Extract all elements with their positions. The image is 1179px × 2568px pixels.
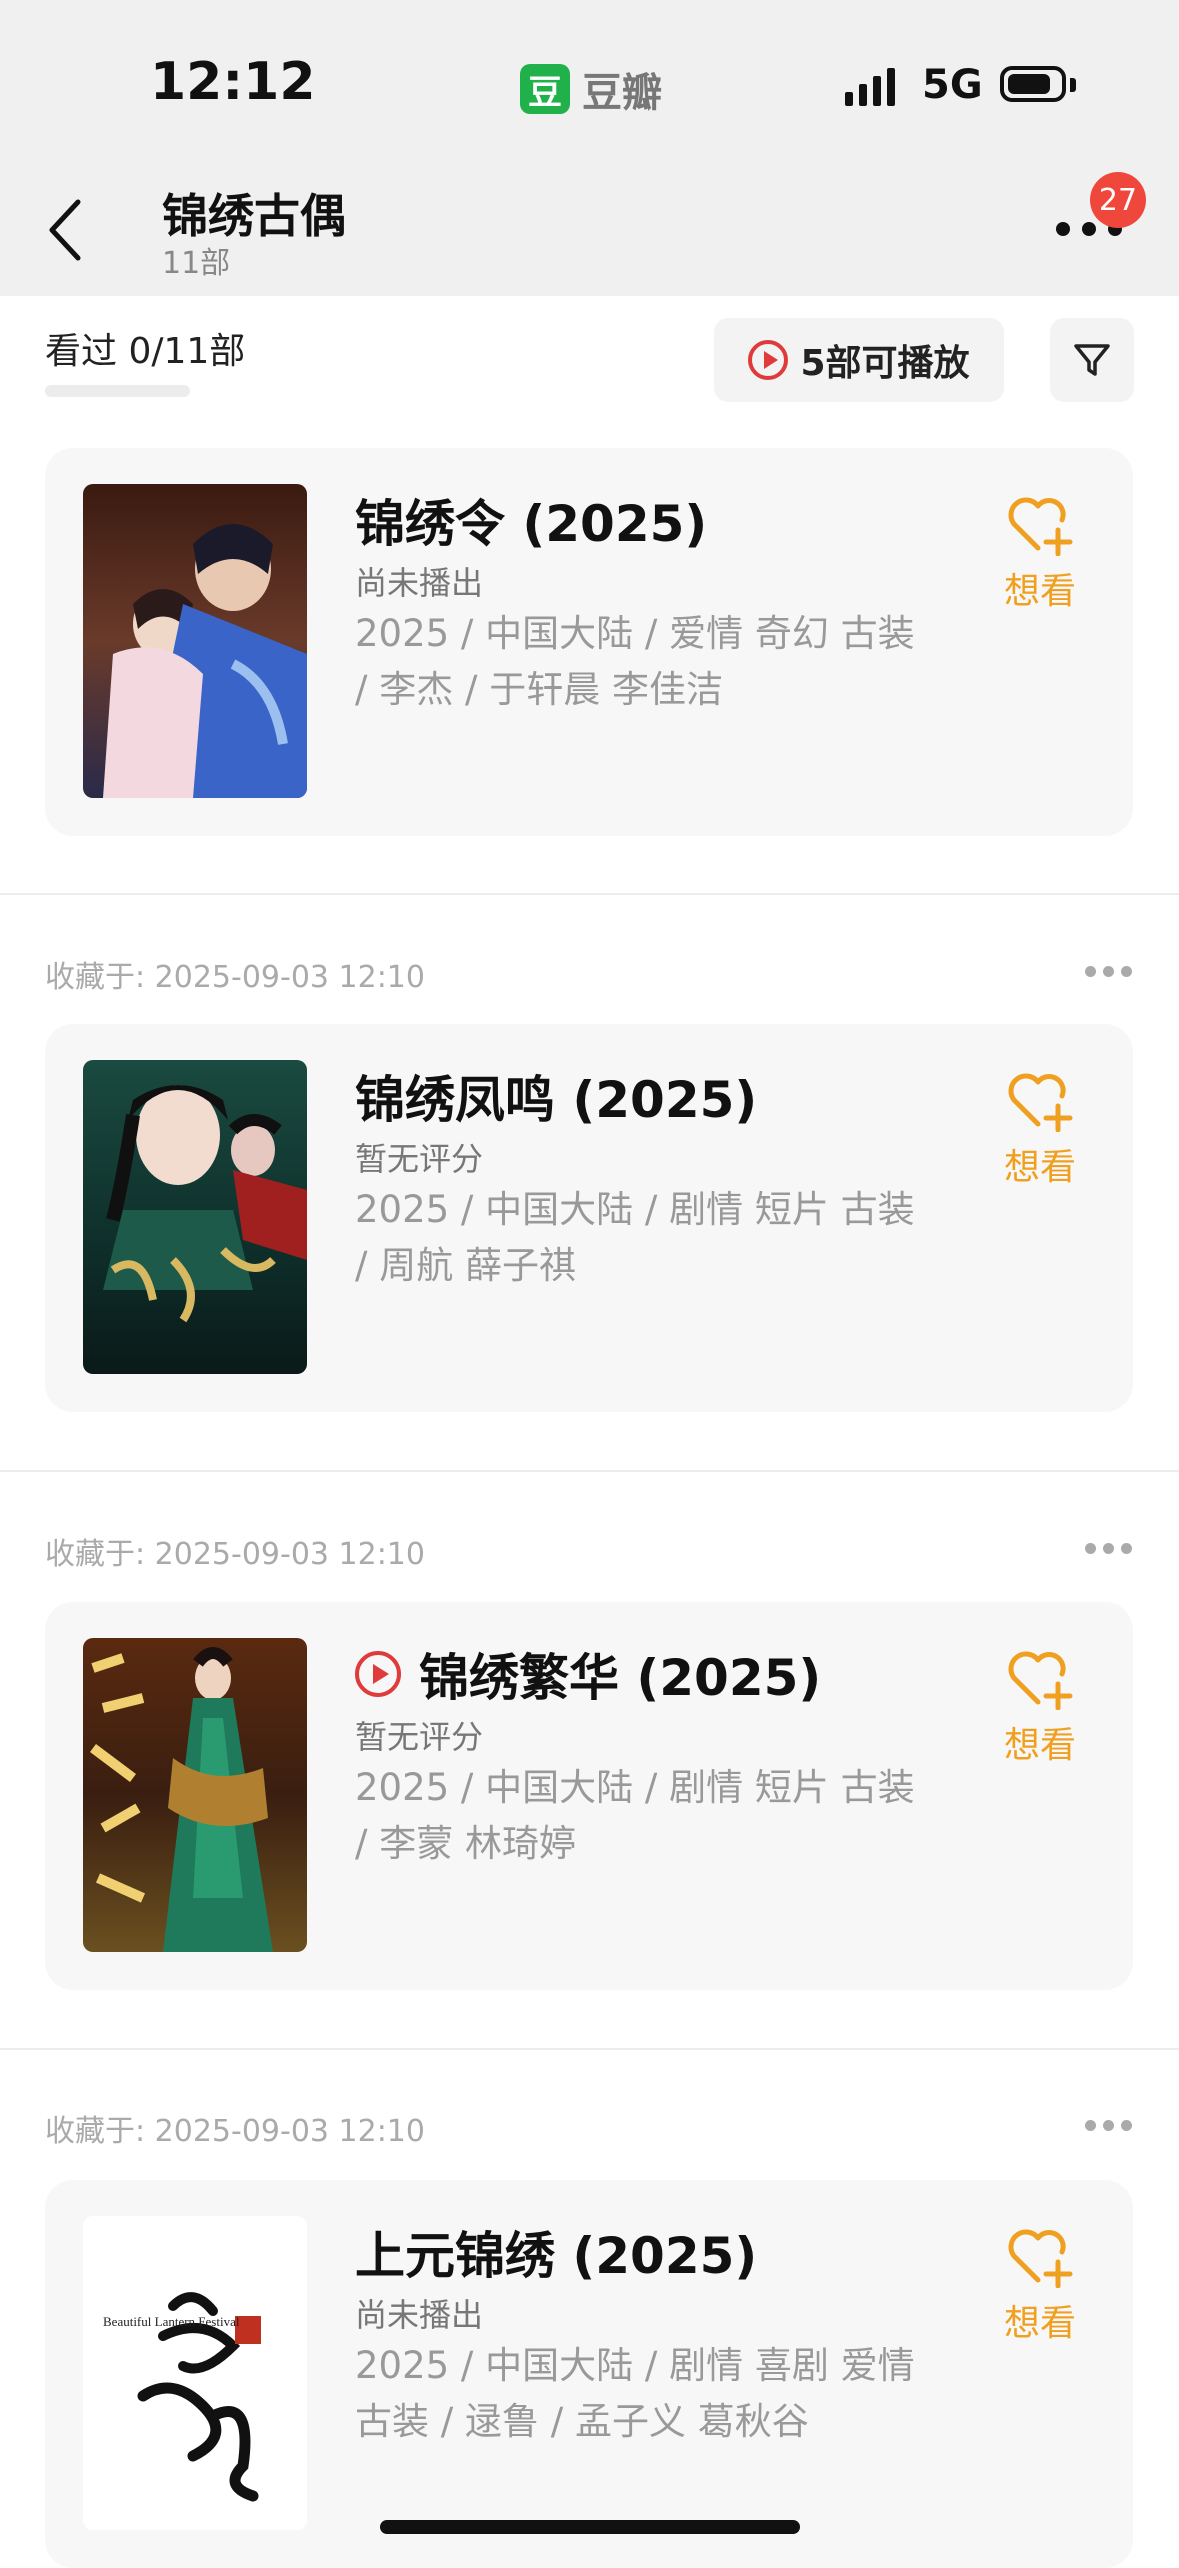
movie-card[interactable]: 锦绣凤鸣 (2025) 暂无评分 2025 / 中国大陆 / 剧情 短片 古装 …	[45, 1024, 1133, 1412]
page-subtitle: 11部	[162, 246, 231, 281]
status-app: 豆 豆瓣	[520, 60, 662, 118]
want-to-watch-button[interactable]: 想看	[985, 1646, 1095, 1768]
home-indicator[interactable]	[380, 2520, 800, 2534]
movie-card[interactable]: 锦绣令 (2025) 尚未播出 2025 / 中国大陆 / 爱情 奇幻 古装 /…	[45, 448, 1133, 836]
movie-info: 2025 / 中国大陆 / 剧情 短片 古装 / 周航 薛子祺	[355, 1188, 915, 1287]
movie-status: 尚未播出	[355, 564, 484, 602]
saved-timestamp: 收藏于: 2025-09-03 12:10	[45, 960, 425, 995]
want-to-watch-label: 想看	[1003, 571, 1076, 612]
movie-info: 2025 / 中国大陆 / 爱情 奇幻 古装 / 李杰 / 于轩晨 李佳洁	[355, 612, 915, 711]
want-to-watch-button[interactable]: 想看	[985, 2224, 1095, 2346]
heart-plus-icon	[1008, 497, 1073, 556]
movie-title[interactable]: 锦绣令 (2025)	[355, 484, 707, 556]
item-more-button[interactable]	[1085, 1539, 1133, 1559]
battery-icon	[1000, 66, 1066, 102]
movie-title[interactable]: 锦绣繁华 (2025)	[355, 1638, 821, 1710]
status-app-name: 豆瓣	[582, 70, 662, 116]
item-more-button[interactable]	[1085, 2116, 1133, 2136]
saved-timestamp: 收藏于: 2025-09-03 12:10	[45, 1537, 425, 1572]
more-dot-icon	[1056, 222, 1070, 236]
want-to-watch-label: 想看	[1003, 2303, 1076, 2344]
douban-logo-icon: 豆	[520, 64, 570, 114]
saved-timestamp: 收藏于: 2025-09-03 12:10	[45, 2114, 425, 2149]
poster-caption: Beautiful Lantern Festival	[103, 2314, 240, 2329]
watched-progress-bar	[45, 385, 190, 397]
poster-image: Beautiful Lantern Festival	[83, 2216, 307, 2530]
want-to-watch-label: 想看	[1003, 1725, 1076, 1766]
poster-image	[83, 1638, 307, 1952]
network-label: 5G	[922, 62, 983, 108]
divider	[0, 1470, 1179, 1472]
movie-card[interactable]: 锦绣繁华 (2025) 暂无评分 2025 / 中国大陆 / 剧情 短片 古装 …	[45, 1602, 1133, 1990]
want-to-watch-button[interactable]: 想看	[985, 1068, 1095, 1190]
more-dot-icon	[1082, 222, 1096, 236]
status-bar: 12:12 豆 豆瓣 5G	[0, 0, 1179, 160]
play-icon	[355, 1651, 401, 1697]
movie-status: 暂无评分	[355, 1140, 484, 1178]
page-title: 锦绣古偶	[162, 189, 346, 243]
movie-status: 尚未播出	[355, 2296, 484, 2334]
back-button[interactable]	[40, 190, 100, 270]
movie-title[interactable]: 锦绣凤鸣 (2025)	[355, 1060, 757, 1132]
heart-plus-icon	[1008, 1651, 1073, 1710]
filter-button[interactable]	[1050, 318, 1134, 402]
item-more-button[interactable]	[1085, 962, 1133, 982]
poster-image	[83, 1060, 307, 1374]
play-icon	[748, 340, 789, 380]
movie-title[interactable]: 上元锦绣 (2025)	[355, 2216, 757, 2288]
heart-plus-icon	[1008, 2229, 1073, 2288]
filter-icon	[1074, 344, 1110, 376]
signal-icon	[845, 68, 895, 106]
playable-filter-button[interactable]: 5部可播放	[714, 318, 1004, 402]
playable-label: 5部可播放	[800, 343, 970, 384]
want-to-watch-button[interactable]: 想看	[985, 492, 1095, 614]
want-to-watch-label: 想看	[1003, 1147, 1076, 1188]
divider	[0, 893, 1179, 895]
heart-plus-icon	[1008, 1073, 1073, 1132]
battery-cap	[1070, 78, 1076, 92]
divider	[0, 2048, 1179, 2050]
watched-progress-label: 看过 0/11部	[45, 331, 246, 372]
poster-image	[83, 484, 307, 798]
movie-status: 暂无评分	[355, 1718, 484, 1756]
movie-info: 2025 / 中国大陆 / 剧情 短片 古装 / 李蒙 林琦婷	[355, 1766, 915, 1865]
notification-badge[interactable]: 27	[1090, 172, 1146, 228]
status-time: 12:12	[150, 52, 316, 112]
movie-info: 2025 / 中国大陆 / 剧情 喜剧 爱情 古装 / 逯鲁 / 孟子义 葛秋谷	[355, 2344, 915, 2443]
movie-card[interactable]: Beautiful Lantern Festival 上元锦绣 (2025) 尚…	[45, 2180, 1133, 2568]
